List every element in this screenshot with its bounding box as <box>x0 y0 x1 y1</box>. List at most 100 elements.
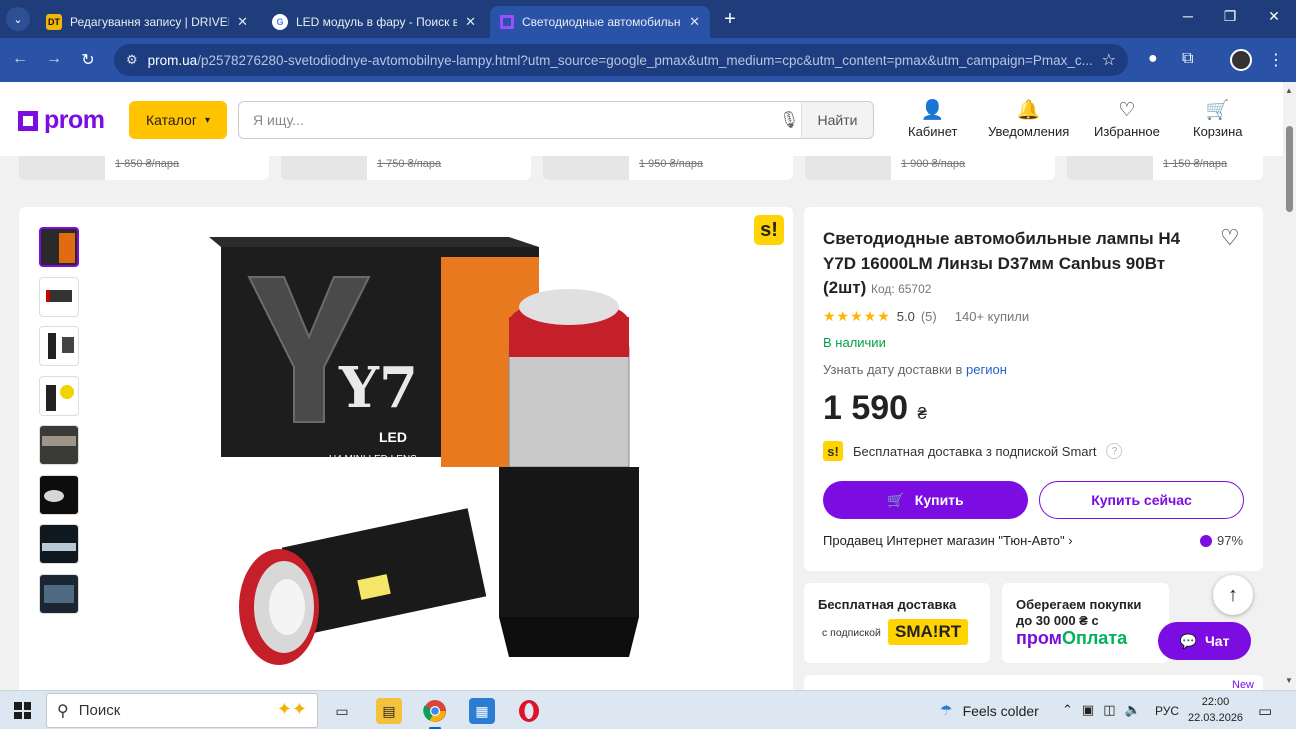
seller-link[interactable]: Продавец Интернет магазин "Тюн-Авто" › <box>823 533 1073 548</box>
chevron-up-icon[interactable]: ⌃ <box>1062 702 1073 718</box>
browser-menu-icon[interactable]: ⋮ <box>1268 50 1284 70</box>
scroll-up-icon[interactable]: ▲ <box>1285 86 1293 95</box>
cart-icon: 🛒 <box>1205 100 1230 121</box>
chevron-down-icon: ▾ <box>204 114 210 126</box>
gallery-thumbnail[interactable] <box>39 227 79 267</box>
product-thumbnail <box>19 156 105 180</box>
page-scrollbar[interactable]: ▲ ▼ <box>1283 82 1296 690</box>
tab-prom[interactable]: Светодиодные автомобильные ✕ <box>490 6 710 38</box>
back-icon[interactable]: ← <box>10 50 30 68</box>
task-view-icon[interactable]: ▭ <box>329 698 355 724</box>
windows-taskbar: ⚲ Поиск ✦✦ ▭ ▤ ▦ ☂ Feels colder ⌃ ▣ ◫ 🔈 … <box>0 690 1296 729</box>
product-gallery: s! Y7 LED H4 MINI LED LENS <box>19 207 793 693</box>
seller-badge-icon <box>1200 534 1212 547</box>
forward-icon[interactable]: → <box>44 50 64 68</box>
gallery-thumbnail[interactable] <box>39 573 79 614</box>
rating-stars-icon: ★★★★★ <box>823 308 891 324</box>
product-code: Код: 65702 <box>871 282 932 296</box>
box-caption-text: H4 MINI LED LENS <box>329 454 417 465</box>
search-icon: ⚲ <box>57 702 69 720</box>
region-link[interactable]: регион <box>966 362 1007 377</box>
add-to-favorites-heart-icon[interactable]: ♡ <box>1220 225 1240 251</box>
close-tab-icon[interactable]: ✕ <box>237 14 248 30</box>
chat-button[interactable]: 💬 Чат <box>1158 622 1251 660</box>
gallery-thumbnail[interactable] <box>39 326 79 366</box>
tab-driver[interactable]: DT Редагування запису | DRIVER.T ✕ <box>36 6 258 38</box>
cabinet-link[interactable]: 👤 Кабинет <box>908 98 957 139</box>
close-tab-icon[interactable]: ✕ <box>465 14 476 30</box>
buy-now-button[interactable]: Купить сейчас <box>1039 481 1244 519</box>
similar-product-card[interactable]: 1 900 ₴/пара <box>805 156 1055 180</box>
volume-icon[interactable]: 🔈 <box>1125 702 1141 718</box>
chat-bubble-icon: 💬 <box>1179 632 1197 649</box>
similar-product-card[interactable]: 1 950 ₴/пара <box>543 156 793 180</box>
opera-icon[interactable] <box>516 698 542 724</box>
app-window-icon[interactable]: ▦ <box>469 698 495 724</box>
gallery-thumbnail[interactable] <box>39 276 79 317</box>
system-tray: ⌃ ▣ ◫ 🔈 <box>1062 702 1141 718</box>
tab-title: Редагування запису | DRIVER.T <box>70 15 229 29</box>
similar-product-card[interactable]: 1 750 ₴/пара <box>281 156 531 180</box>
catalog-button[interactable]: Каталог ▾ <box>129 101 227 139</box>
chrome-icon[interactable] <box>422 698 448 729</box>
help-question-icon[interactable]: ? <box>1106 443 1123 459</box>
product-thumbnail <box>543 156 629 180</box>
network-icon[interactable]: ◫ <box>1103 702 1115 718</box>
close-window-icon[interactable]: ✕ <box>1264 8 1284 25</box>
product-rating[interactable]: ★★★★★ 5.0 (5) 140+ купили <box>823 308 1029 325</box>
prom-logo-mark-icon <box>18 110 38 131</box>
new-tab-icon[interactable]: + <box>720 9 740 29</box>
similar-product-card[interactable]: 1 150 ₴/пара <box>1067 156 1263 180</box>
weather-widget[interactable]: ☂ Feels colder <box>940 702 1039 719</box>
minimize-icon[interactable]: ─ <box>1178 8 1198 24</box>
cart-link[interactable]: 🛒 Корзина <box>1193 98 1243 139</box>
site-header: prom Каталог ▾ 🎙 Найти 👤 Кабинет 🔔 Уведо… <box>0 82 1283 156</box>
scroll-to-top-arrow-icon[interactable]: ↑ <box>1213 575 1253 615</box>
promo-protection[interactable]: Оберегаем покупки до 30 000 ₴ с промОпла… <box>1002 583 1169 663</box>
tab-google[interactable]: G LED модуль в фару - Поиск в G ✕ <box>262 6 486 38</box>
gallery-thumbnail[interactable] <box>39 524 79 564</box>
prom-favicon-icon <box>500 15 514 29</box>
close-tab-icon[interactable]: ✕ <box>689 14 700 30</box>
smart-icon: s! <box>823 441 843 461</box>
scroll-down-icon[interactable]: ▼ <box>1285 676 1293 685</box>
buy-button[interactable]: 🛒 Купить <box>823 481 1028 519</box>
gallery-thumbnail[interactable] <box>39 375 79 416</box>
tab-title: Светодиодные автомобильные <box>522 15 682 29</box>
profile-avatar-icon[interactable] <box>1230 49 1252 71</box>
display-icon[interactable]: ▣ <box>1082 702 1094 718</box>
notifications-link[interactable]: 🔔 Уведомления <box>988 98 1069 139</box>
extensions-puzzle-icon[interactable]: ⧉ <box>1182 50 1193 68</box>
search-input[interactable] <box>253 112 773 128</box>
smart-delivery-line: s! Бесплатная доставка з подпиской Smart… <box>823 441 1123 461</box>
product-thumbnail <box>281 156 367 180</box>
cart-icon: 🛒 <box>887 491 905 508</box>
scroll-thumb[interactable] <box>1286 126 1293 212</box>
reload-icon[interactable]: ↻ <box>78 50 98 70</box>
windows-start-icon[interactable] <box>14 702 31 719</box>
bookmark-star-icon[interactable]: ☆ <box>1102 50 1116 70</box>
prom-logo[interactable]: prom <box>18 106 105 135</box>
promo-free-delivery[interactable]: Бесплатная доставка с подпиской SMA!RT <box>804 583 990 663</box>
clock[interactable]: 22:00 22.03.2026 <box>1188 694 1243 726</box>
gallery-thumbnail[interactable] <box>39 474 79 515</box>
taskbar-search[interactable]: ⚲ Поиск ✦✦ <box>46 693 318 728</box>
notification-icon[interactable]: ▭ <box>1258 702 1272 720</box>
file-explorer-icon[interactable]: ▤ <box>376 698 402 724</box>
language-indicator[interactable]: РУС <box>1155 704 1179 718</box>
similar-product-card[interactable]: 1 850 ₴/пара <box>19 156 269 180</box>
site-info-icon[interactable]: ⚙ <box>126 52 138 68</box>
microphone-icon[interactable]: 🎙 <box>779 110 799 130</box>
gallery-thumbnail[interactable] <box>39 425 79 465</box>
smart-badge: s! <box>754 215 784 245</box>
gallery-thumbnails <box>39 227 79 623</box>
product-title: Светодиодные автомобильные лампы H4 Y7D … <box>823 229 1181 297</box>
address-bar[interactable]: ⚙ prom.ua/p2578276280-svetodiodnye-avtom… <box>114 44 1128 76</box>
search-button[interactable]: Найти <box>801 102 873 138</box>
product-main-image[interactable]: Y7 LED H4 MINI LED LENS <box>209 237 689 693</box>
extension-badge-icon[interactable]: ● <box>1148 50 1158 68</box>
url-text[interactable]: prom.ua/p2578276280-svetodiodnye-avtomob… <box>148 53 1093 68</box>
tab-search-menu-icon[interactable]: ⌄ <box>6 7 30 31</box>
restore-icon[interactable]: ❐ <box>1220 8 1240 25</box>
favorites-link[interactable]: ♡ Избранное <box>1094 98 1160 139</box>
